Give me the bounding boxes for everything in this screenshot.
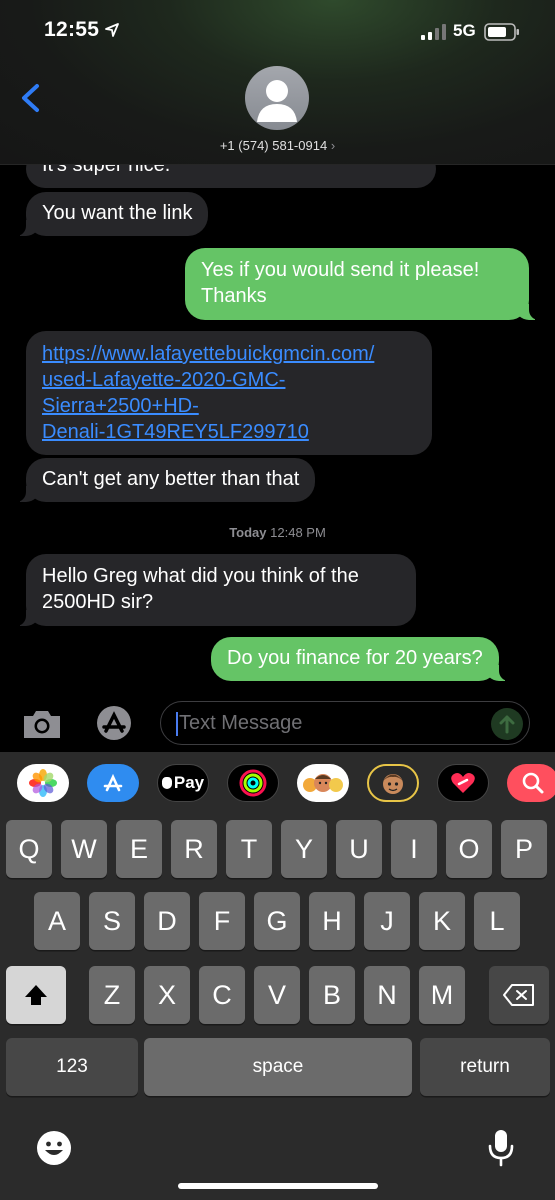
- key-p[interactable]: P: [501, 820, 547, 878]
- key-c[interactable]: C: [199, 966, 245, 1024]
- shift-key[interactable]: [6, 966, 66, 1024]
- message-text: You want the link: [42, 202, 193, 224]
- key-r[interactable]: R: [171, 820, 217, 878]
- apple-pay-icon[interactable]: Pay: [157, 764, 209, 802]
- message-input[interactable]: Text Message: [160, 701, 530, 745]
- send-button[interactable]: [491, 708, 523, 740]
- key-s[interactable]: S: [89, 892, 135, 950]
- animoji-icon[interactable]: [367, 764, 419, 802]
- location-arrow-icon: [105, 23, 119, 37]
- message-text-line: Thanks: [201, 285, 267, 307]
- message-text-line: Hello Greg what did you think of the: [42, 565, 359, 587]
- app-store-icon[interactable]: [90, 705, 138, 741]
- numbers-key[interactable]: 123: [6, 1038, 138, 1096]
- timestamp-time: 12:48 PM: [270, 525, 326, 540]
- shift-icon: [25, 985, 47, 1005]
- key-a[interactable]: A: [34, 892, 80, 950]
- emoji-icon[interactable]: [36, 1130, 72, 1166]
- image-search-icon[interactable]: [507, 764, 555, 802]
- home-indicator[interactable]: [178, 1183, 378, 1189]
- key-b[interactable]: B: [309, 966, 355, 1024]
- delete-key[interactable]: [489, 966, 549, 1024]
- url-line[interactable]: https://www.lafayettebuickgmcin.com/: [42, 341, 416, 367]
- chevron-left-icon[interactable]: [16, 78, 46, 118]
- cellular-signal-icon: [421, 24, 446, 40]
- delete-icon: [503, 984, 534, 1006]
- key-g[interactable]: G: [254, 892, 300, 950]
- key-q[interactable]: Q: [6, 820, 52, 878]
- contact-name[interactable]: +1 (574) 581-0914 ›: [0, 138, 555, 153]
- status-time: 12:55: [44, 18, 100, 41]
- apple-logo-icon: [161, 777, 172, 789]
- url-line[interactable]: used-Lafayette-2020-GMC-: [42, 367, 416, 393]
- memoji-stickers-icon[interactable]: [297, 764, 349, 802]
- contact-avatar[interactable]: [245, 66, 309, 130]
- key-y[interactable]: Y: [281, 820, 327, 878]
- key-x[interactable]: X: [144, 966, 190, 1024]
- text-cursor: [176, 712, 178, 736]
- space-key[interactable]: space: [144, 1038, 412, 1096]
- message-text-line: Yes if you would send it please!: [201, 259, 480, 281]
- send-arrow-icon: [499, 715, 515, 734]
- microphone-icon[interactable]: [486, 1128, 516, 1168]
- message-bubble-incoming[interactable]: Can't get any better than that: [15, 458, 316, 502]
- keyboard: Pay Q W E R T Y U I O P A S D F G H J K …: [0, 752, 555, 1200]
- apple-pay-label: Pay: [173, 773, 205, 792]
- compose-bar: Text Message: [0, 698, 555, 752]
- message-list[interactable]: It's super nice. You want the link Yes i…: [0, 150, 555, 698]
- chevron-right-icon: ›: [330, 138, 336, 153]
- input-placeholder: Text Message: [179, 712, 303, 734]
- key-d[interactable]: D: [144, 892, 190, 950]
- key-e[interactable]: E: [116, 820, 162, 878]
- key-l[interactable]: L: [474, 892, 520, 950]
- key-o[interactable]: O: [446, 820, 492, 878]
- message-timestamp: Today 12:48 PM: [0, 525, 555, 540]
- activity-rings-icon[interactable]: [227, 764, 279, 802]
- key-h[interactable]: H: [309, 892, 355, 950]
- digital-touch-icon[interactable]: [437, 764, 489, 802]
- key-w[interactable]: W: [61, 820, 107, 878]
- message-bubble-incoming[interactable]: Hello Greg what did you think of the 250…: [16, 554, 416, 626]
- camera-icon[interactable]: [20, 706, 64, 742]
- key-i[interactable]: I: [391, 820, 437, 878]
- key-m[interactable]: M: [419, 966, 465, 1024]
- network-type: 5G: [453, 21, 476, 40]
- message-bubble-link[interactable]: https://www.lafayettebuickgmcin.com/ use…: [26, 331, 432, 455]
- imessage-app-drawer[interactable]: Pay: [0, 752, 555, 814]
- conversation-header: 12:55 5G +1 (574) 581-0914 ›: [0, 0, 555, 165]
- person-silhouette-icon: [257, 80, 297, 122]
- key-j[interactable]: J: [364, 892, 410, 950]
- message-bubble-incoming[interactable]: You want the link: [15, 192, 209, 236]
- battery-icon: [484, 23, 519, 41]
- message-text-line: 2500HD sir?: [42, 591, 154, 613]
- key-t[interactable]: T: [226, 820, 272, 878]
- message-bubble-outgoing[interactable]: Do you finance for 20 years?: [211, 637, 509, 681]
- message-bubble-outgoing[interactable]: Yes if you would send it please! Thanks: [185, 248, 539, 320]
- key-z[interactable]: Z: [89, 966, 135, 1024]
- photos-icon[interactable]: [17, 764, 69, 802]
- timestamp-date: Today: [229, 525, 267, 540]
- key-k[interactable]: K: [419, 892, 465, 950]
- url-line[interactable]: Sierra+2500+HD-: [42, 393, 416, 419]
- message-text: Can't get any better than that: [42, 468, 300, 490]
- key-n[interactable]: N: [364, 966, 410, 1024]
- key-u[interactable]: U: [336, 820, 382, 878]
- key-f[interactable]: F: [199, 892, 245, 950]
- contact-number: +1 (574) 581-0914: [219, 138, 328, 153]
- message-text: Do you finance for 20 years?: [227, 647, 483, 669]
- return-key[interactable]: return: [420, 1038, 550, 1096]
- url-line[interactable]: Denali-1GT49REY5LF299710: [42, 419, 416, 445]
- app-store-icon[interactable]: [87, 764, 139, 802]
- key-v[interactable]: V: [254, 966, 300, 1024]
